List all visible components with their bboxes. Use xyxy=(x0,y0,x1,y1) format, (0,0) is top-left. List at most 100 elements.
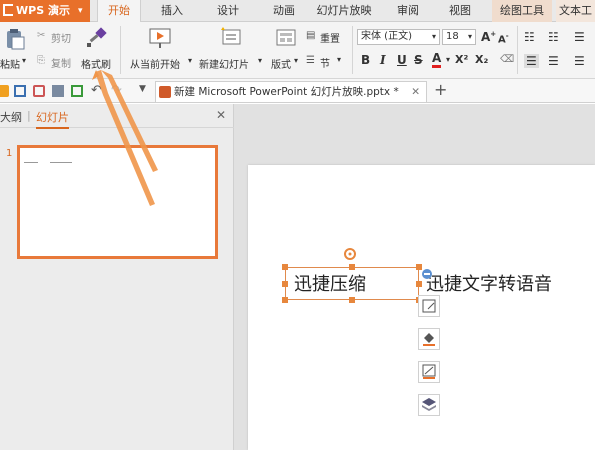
chevron-down-icon[interactable]: ▾ xyxy=(446,55,450,64)
thumb-text-2 xyxy=(50,162,72,163)
tab-view[interactable]: 视图 xyxy=(438,0,482,22)
bullet-list-icon[interactable]: ☷ xyxy=(524,30,535,44)
slide-canvas[interactable]: 迅捷压缩 迅捷文字转语音 xyxy=(248,165,595,450)
customize-dropdown-icon[interactable]: ▼ xyxy=(139,84,151,96)
slide-thumbnail[interactable] xyxy=(17,145,218,259)
thumb-text-1 xyxy=(24,162,38,163)
fill-bucket-icon xyxy=(423,333,435,346)
superscript-button[interactable]: X² xyxy=(455,53,468,66)
save-icon[interactable] xyxy=(14,85,26,97)
play-from-current-icon[interactable] xyxy=(148,27,172,49)
print-icon[interactable] xyxy=(52,85,64,97)
grow-font-button[interactable]: A+ xyxy=(481,30,496,44)
resize-handle[interactable] xyxy=(349,297,355,303)
paste-button[interactable]: 粘贴 xyxy=(0,56,20,71)
layers-icon xyxy=(422,398,436,411)
layout-icon[interactable] xyxy=(275,27,297,49)
italic-button[interactable]: I xyxy=(380,53,386,67)
underline-button[interactable]: U xyxy=(397,53,407,67)
chevron-down-icon[interactable]: ▾ xyxy=(337,55,341,64)
resize-handle[interactable] xyxy=(282,297,288,303)
font-family-select[interactable]: 宋体 (正文) ▾ xyxy=(357,29,440,45)
outline-button[interactable] xyxy=(418,361,440,383)
app-menu-button[interactable]: WPS 演示 ▾ xyxy=(0,0,90,22)
redo-icon[interactable]: ↷ xyxy=(111,83,123,98)
tab-divider: | xyxy=(27,109,31,122)
resize-handle[interactable] xyxy=(282,281,288,287)
tab-slides[interactable]: 幻灯片 xyxy=(36,109,69,129)
tab-text-tools[interactable]: 文本工 xyxy=(556,0,595,22)
reset-icon: ▤ xyxy=(306,30,316,41)
tab-home[interactable]: 开始 xyxy=(97,0,141,23)
quick-access-toolbar: ↶ ↷ ▼ 新建 Microsoft PowerPoint 幻灯片放映.pptx… xyxy=(0,79,595,103)
numbered-list-icon[interactable]: ☷ xyxy=(548,30,559,44)
close-tab-icon[interactable]: ✕ xyxy=(411,82,420,102)
edit-shape-icon xyxy=(422,299,436,313)
indent-icon[interactable]: ☰ xyxy=(574,30,585,44)
align-right-icon[interactable]: ☰ xyxy=(574,54,585,68)
slides-panel: 大纲 | 幻灯片 ✕ 1 xyxy=(0,104,234,450)
chevron-down-icon[interactable]: ▾ xyxy=(258,56,262,65)
new-slide-button[interactable]: 新建幻灯片 xyxy=(199,56,249,71)
arrange-button[interactable] xyxy=(418,394,440,416)
bold-button[interactable]: B xyxy=(361,53,370,67)
new-tab-icon[interactable]: + xyxy=(434,80,447,99)
undo-icon[interactable]: ↶ xyxy=(91,83,103,98)
chevron-down-icon: ▾ xyxy=(78,6,83,16)
ribbon-divider xyxy=(517,26,518,74)
resize-handle[interactable] xyxy=(416,281,422,287)
open-folder-icon[interactable] xyxy=(0,85,9,97)
chevron-down-icon[interactable]: ▾ xyxy=(188,56,192,65)
chevron-down-icon[interactable]: ▾ xyxy=(294,56,298,65)
from-current-button[interactable]: 从当前开始 xyxy=(130,56,180,71)
align-left-icon[interactable]: ☰ xyxy=(524,54,539,68)
subscript-button[interactable]: X₂ xyxy=(475,53,488,66)
fill-button[interactable] xyxy=(418,328,440,350)
format-painter-icon[interactable] xyxy=(86,27,108,49)
resize-handle[interactable] xyxy=(349,264,355,270)
app-name: WPS 演示 xyxy=(16,4,70,17)
copy-button[interactable]: 复制 xyxy=(51,55,71,70)
tab-insert[interactable]: 插入 xyxy=(150,0,194,22)
textbox-text-2[interactable]: 迅捷文字转语音 xyxy=(426,270,552,296)
font-size-select[interactable]: 18 ▾ xyxy=(442,29,476,45)
section-button[interactable]: 节 xyxy=(320,55,330,70)
font-color-button[interactable]: A xyxy=(432,52,442,68)
close-panel-icon[interactable]: ✕ xyxy=(216,108,226,122)
shape-style-button[interactable] xyxy=(418,295,440,317)
new-slide-icon[interactable] xyxy=(219,27,243,49)
wps-logo-icon xyxy=(3,4,13,16)
copy-icon: ⎘ xyxy=(37,55,45,66)
output-pdf-icon[interactable] xyxy=(33,85,45,97)
tab-animation[interactable]: 动画 xyxy=(262,0,306,22)
resize-handle[interactable] xyxy=(282,264,288,270)
shrink-font-button[interactable]: A- xyxy=(498,32,509,45)
align-center-icon[interactable]: ☰ xyxy=(548,54,559,68)
tab-design[interactable]: 设计 xyxy=(206,0,250,22)
tab-drawing-tools[interactable]: 绘图工具 xyxy=(492,0,552,22)
textbox-text-1[interactable]: 迅捷压缩 xyxy=(294,270,366,296)
chevron-down-icon: ▾ xyxy=(431,32,436,41)
print-preview-icon[interactable] xyxy=(71,85,83,97)
tab-outline[interactable]: 大纲 xyxy=(0,109,22,125)
outline-pen-icon xyxy=(422,364,436,379)
rotate-handle-icon[interactable] xyxy=(343,247,357,261)
format-painter-button[interactable]: 格式刷 xyxy=(81,56,111,71)
paste-icon[interactable] xyxy=(4,28,26,50)
ribbon-divider xyxy=(120,26,121,74)
cut-button[interactable]: 剪切 xyxy=(51,30,71,45)
document-title: 新建 Microsoft PowerPoint 幻灯片放映.pptx * xyxy=(174,86,399,98)
paste-dropdown-icon[interactable]: ▾ xyxy=(22,56,26,65)
tab-slideshow[interactable]: 幻灯片放映 xyxy=(314,0,374,22)
collapse-handle-icon[interactable] xyxy=(421,268,433,280)
document-tab[interactable]: 新建 Microsoft PowerPoint 幻灯片放映.pptx * ✕ xyxy=(155,81,427,102)
menu-tab-bar: WPS 演示 ▾ 开始 插入 设计 动画 幻灯片放映 审阅 视图 绘图工具 文本… xyxy=(0,0,595,23)
tab-review[interactable]: 审阅 xyxy=(386,0,430,22)
clear-format-icon[interactable]: ⌫ xyxy=(500,54,514,65)
strikethrough-button[interactable]: S xyxy=(414,53,423,67)
layout-button[interactable]: 版式 xyxy=(271,56,291,71)
slide-number: 1 xyxy=(6,148,13,159)
wps-window: WPS 演示 ▾ 开始 插入 设计 动画 幻灯片放映 审阅 视图 绘图工具 文本… xyxy=(0,0,595,450)
font-size-value: 18 xyxy=(446,31,459,42)
reset-button[interactable]: 重置 xyxy=(320,30,340,45)
